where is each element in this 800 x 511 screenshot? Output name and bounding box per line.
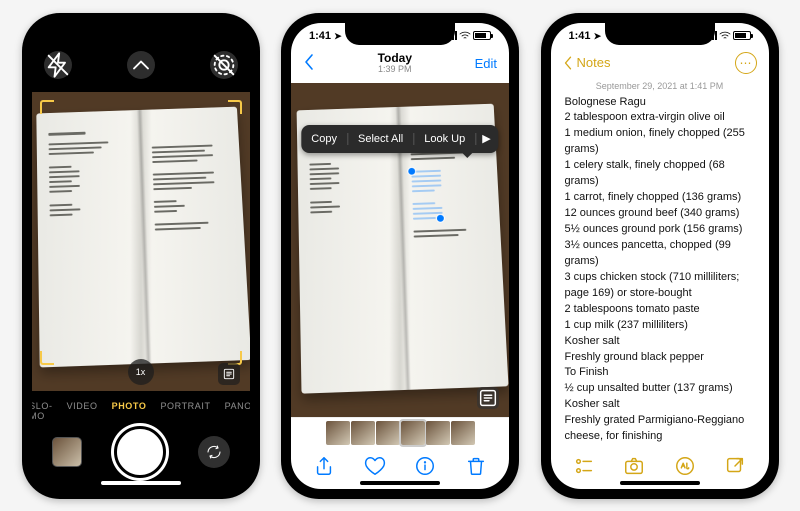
note-line: 2 tablespoons tomato paste bbox=[565, 302, 755, 318]
note-line: 1 carrot, finely chopped (136 grams) bbox=[565, 190, 755, 206]
live-text-icon[interactable] bbox=[477, 387, 499, 409]
wifi-icon bbox=[719, 31, 731, 40]
camera-mode-row[interactable]: SLO-MO VIDEO PHOTO PORTRAIT PANO bbox=[32, 394, 250, 425]
camera-options-chevron[interactable] bbox=[127, 51, 155, 79]
favorite-icon[interactable] bbox=[364, 455, 386, 477]
note-line: 3 cups chicken stock (710 milliliters; p… bbox=[565, 270, 755, 302]
photos-nav-bar: Today 1:39 PM Edit bbox=[291, 45, 509, 83]
focus-corner-tr bbox=[228, 100, 242, 114]
location-icon: ➤ bbox=[594, 31, 602, 41]
text-context-menu: Copy Select All Look Up ▶ bbox=[301, 125, 498, 153]
note-line: 1 cup milk (237 milliliters) bbox=[565, 318, 755, 334]
camera-top-controls bbox=[32, 45, 250, 89]
nav-subtitle: 1:39 PM bbox=[378, 65, 412, 75]
note-line: Freshly grated Parmigiano-Reggiano chees… bbox=[565, 413, 755, 445]
back-button[interactable]: Notes bbox=[563, 55, 611, 71]
markup-icon[interactable] bbox=[674, 455, 696, 477]
focus-corner-bl bbox=[40, 351, 54, 365]
last-photo-thumbnail[interactable] bbox=[52, 437, 82, 467]
camera-mode-slo-mo[interactable]: SLO-MO bbox=[32, 401, 53, 421]
note-line: Kosher salt bbox=[565, 334, 755, 350]
photo-viewer[interactable]: Copy Select All Look Up ▶ bbox=[291, 83, 509, 417]
note-line: 3½ ounces pancetta, chopped (99 grams) bbox=[565, 238, 755, 270]
note-line: 5½ ounces ground pork (156 grams) bbox=[565, 222, 755, 238]
note-date: September 29, 2021 at 1:41 PM bbox=[551, 81, 769, 91]
trash-icon[interactable] bbox=[465, 455, 487, 477]
phone-photos: 1:41 ➤ Today 1:39 PM Edit bbox=[281, 13, 519, 499]
photos-screen: 1:41 ➤ Today 1:39 PM Edit bbox=[291, 23, 509, 489]
shutter-button[interactable] bbox=[114, 426, 166, 478]
note-line: 12 ounces ground beef (340 grams) bbox=[565, 206, 755, 222]
note-line: 1 celery stalk, finely chopped (68 grams… bbox=[565, 158, 755, 190]
camera-mode-video[interactable]: VIDEO bbox=[67, 401, 98, 421]
context-copy[interactable]: Copy bbox=[301, 133, 348, 145]
camera-mode-photo[interactable]: PHOTO bbox=[112, 401, 147, 421]
camera-screen: 1x SLO-MO VIDEO PHOTO PORTRAIT PANO bbox=[32, 23, 250, 489]
location-icon: ➤ bbox=[334, 31, 342, 41]
status-time: 1:41 bbox=[569, 30, 591, 42]
battery-icon bbox=[733, 31, 751, 40]
info-icon[interactable] bbox=[414, 455, 436, 477]
camera-bottom-bar bbox=[32, 425, 250, 489]
selection-handle-start[interactable] bbox=[407, 166, 416, 175]
flip-camera-button[interactable] bbox=[198, 436, 230, 468]
note-line: 1 medium onion, finely chopped (255 gram… bbox=[565, 126, 755, 158]
battery-icon bbox=[473, 31, 491, 40]
camera-viewfinder[interactable]: 1x bbox=[32, 92, 250, 391]
camera-mode-pano[interactable]: PANO bbox=[225, 401, 250, 421]
context-look-up[interactable]: Look Up bbox=[414, 133, 476, 145]
edit-button[interactable]: Edit bbox=[475, 56, 497, 71]
note-line: Bolognese Ragu bbox=[565, 95, 755, 111]
nav-title: Today 1:39 PM bbox=[378, 52, 412, 75]
camera-icon[interactable] bbox=[623, 455, 645, 477]
notes-nav-bar: Notes ⋯ bbox=[551, 45, 769, 81]
book-page bbox=[36, 106, 250, 367]
photo-filmstrip[interactable] bbox=[291, 417, 509, 449]
wifi-icon bbox=[459, 31, 471, 40]
flash-toggle[interactable] bbox=[44, 51, 72, 79]
note-line: ½ cup unsalted butter (137 grams) bbox=[565, 381, 755, 397]
note-body[interactable]: Bolognese Ragu2 tablespoon extra-virgin … bbox=[551, 95, 769, 449]
phone-notes: 1:41 ➤ Notes ⋯ September 29, 2021 at 1:4… bbox=[541, 13, 779, 499]
recipe-title bbox=[48, 131, 86, 135]
zoom-button[interactable]: 1x bbox=[128, 359, 154, 385]
live-photo-toggle[interactable] bbox=[210, 51, 238, 79]
share-icon[interactable] bbox=[313, 455, 335, 477]
checklist-icon[interactable] bbox=[573, 455, 595, 477]
notes-screen: 1:41 ➤ Notes ⋯ September 29, 2021 at 1:4… bbox=[551, 23, 769, 489]
status-time: 1:41 bbox=[309, 30, 331, 42]
focus-corner-tl bbox=[40, 100, 54, 114]
note-line: Freshly ground black pepper bbox=[565, 350, 755, 366]
note-line: 2 tablespoon extra-virgin olive oil bbox=[565, 110, 755, 126]
context-select-all[interactable]: Select All bbox=[348, 133, 414, 145]
context-more-arrow[interactable]: ▶ bbox=[476, 132, 498, 145]
note-line: Kosher salt bbox=[565, 397, 755, 413]
compose-icon[interactable] bbox=[724, 455, 746, 477]
selection-handle-end[interactable] bbox=[435, 213, 444, 222]
live-text-icon[interactable] bbox=[218, 363, 240, 385]
more-options-icon[interactable]: ⋯ bbox=[735, 52, 757, 74]
back-button[interactable] bbox=[303, 53, 315, 74]
note-line: To Finish bbox=[565, 365, 755, 381]
camera-mode-portrait[interactable]: PORTRAIT bbox=[160, 401, 210, 421]
phone-camera: 1x SLO-MO VIDEO PHOTO PORTRAIT PANO bbox=[22, 13, 260, 499]
